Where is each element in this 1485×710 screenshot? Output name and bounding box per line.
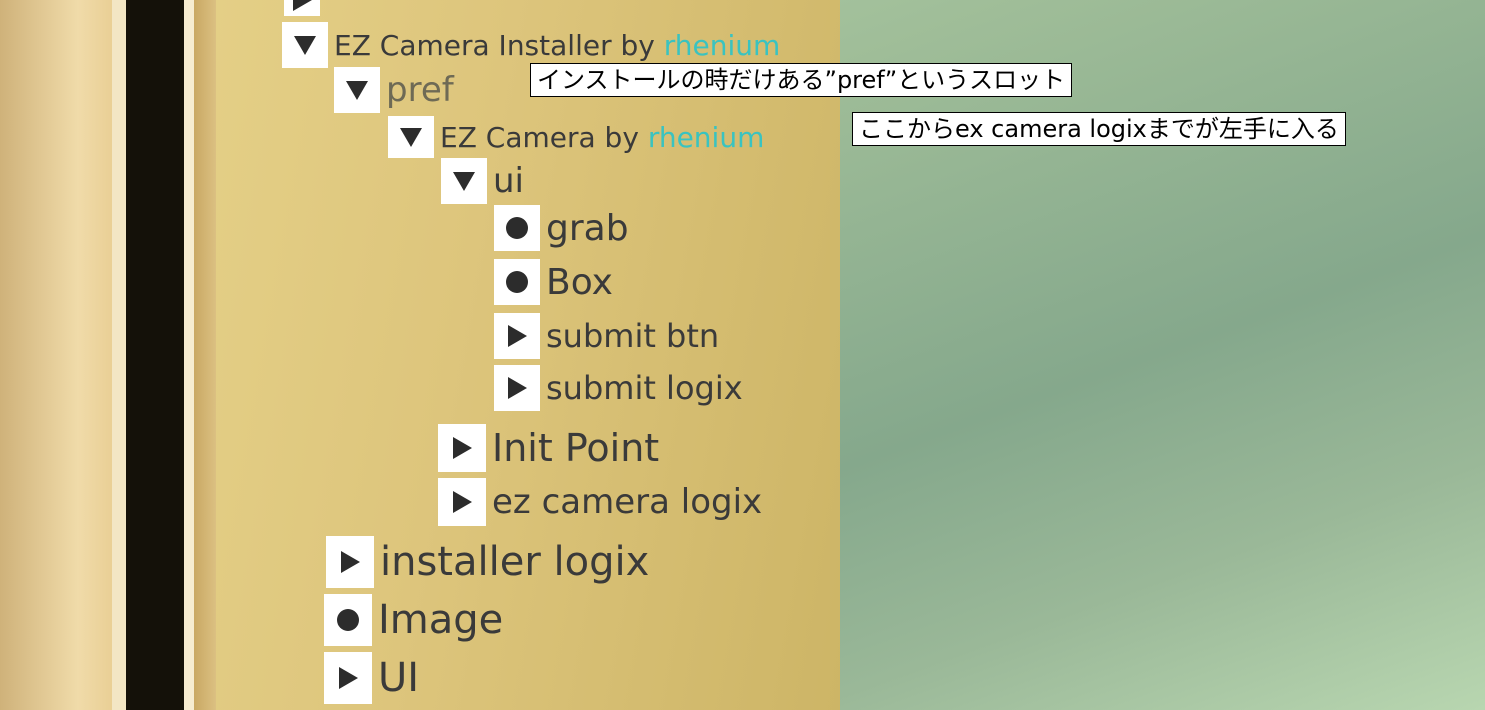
tree-item-ez-camera-logix[interactable]: ez camera logix (438, 478, 762, 526)
tree-item-partial[interactable] (284, 0, 320, 16)
collapsed-triangle-icon[interactable] (494, 313, 540, 359)
tree-item-ez-camera-installer[interactable]: EZ Camera Installer by rhenium (282, 22, 780, 68)
tree-item-label: ui (493, 161, 524, 201)
tree-item-grab[interactable]: grab (494, 205, 629, 251)
tree-item-label: UI (378, 655, 420, 701)
expanded-triangle-icon[interactable] (441, 158, 487, 204)
author-name: rhenium (647, 120, 765, 154)
tree-item-box[interactable]: Box (494, 259, 613, 305)
tree-item-label: submit logix (546, 369, 743, 407)
tree-item-label: Init Point (492, 426, 660, 470)
tree-item-label: grab (546, 207, 629, 249)
window-frame (0, 0, 224, 710)
tree-item-pref[interactable]: pref (334, 67, 454, 113)
leaf-dot-icon[interactable] (324, 594, 372, 646)
collapsed-triangle-icon[interactable] (494, 365, 540, 411)
tree-item-init-point[interactable]: Init Point (438, 424, 659, 472)
tree-item-label: EZ Camera Installer by rhenium (334, 28, 781, 62)
tree-item-label: EZ Camera by rhenium (440, 120, 765, 154)
camera-annotation: ここからex camera logixまでが左手に入る (852, 112, 1346, 146)
collapsed-triangle-icon[interactable] (284, 0, 320, 16)
tree-item-ui[interactable]: ui (441, 158, 524, 204)
tree-item-label: Box (546, 261, 613, 303)
tree-item-label: submit btn (546, 317, 720, 355)
tree-item-installer-logix[interactable]: installer logix (326, 536, 649, 588)
leaf-dot-icon[interactable] (494, 205, 540, 251)
tree-item-label: ez camera logix (492, 482, 763, 522)
expanded-triangle-icon[interactable] (282, 22, 328, 68)
collapsed-triangle-icon[interactable] (438, 424, 486, 472)
tree-item-submit-logix[interactable]: submit logix (494, 365, 743, 411)
tree-item-image[interactable]: Image (324, 594, 503, 646)
pref-annotation: インストールの時だけある”pref”というスロット (530, 63, 1073, 97)
tree-item-submit-btn[interactable]: submit btn (494, 313, 719, 359)
tree-item-UI[interactable]: UI (324, 652, 419, 704)
collapsed-triangle-icon[interactable] (324, 652, 372, 704)
tree-item-label: pref (386, 70, 454, 110)
leaf-dot-icon[interactable] (494, 259, 540, 305)
tree-item-label: Image (378, 597, 504, 643)
collapsed-triangle-icon[interactable] (326, 536, 374, 588)
collapsed-triangle-icon[interactable] (438, 478, 486, 526)
expanded-triangle-icon[interactable] (388, 116, 434, 158)
tree-item-label: installer logix (380, 539, 650, 585)
tree-item-ez-camera[interactable]: EZ Camera by rhenium (388, 116, 764, 158)
author-name: rhenium (663, 28, 781, 62)
expanded-triangle-icon[interactable] (334, 67, 380, 113)
